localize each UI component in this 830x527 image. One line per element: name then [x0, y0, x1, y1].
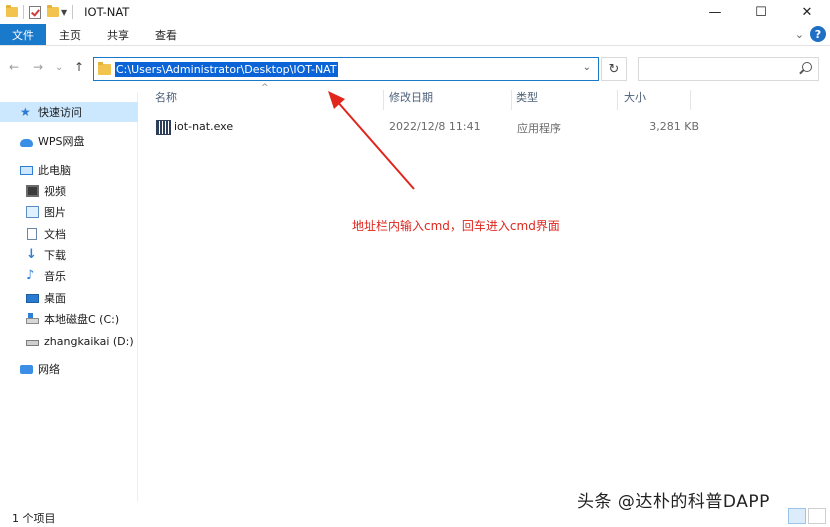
documents-icon [27, 228, 37, 240]
file-type: 应用程序 [517, 122, 561, 135]
sidebar-item-label: 文档 [44, 228, 66, 241]
star-icon: ★ [20, 105, 31, 119]
sidebar-item-music[interactable]: ♪ 音乐 [0, 266, 138, 286]
refresh-button[interactable]: ↻ [601, 57, 627, 81]
annotation-text: 地址栏内输入cmd，回车进入cmd界面 [352, 219, 560, 233]
column-divider[interactable] [511, 90, 512, 110]
item-count: 1 个项目 [12, 512, 56, 525]
tab-share[interactable]: 共享 [94, 24, 142, 45]
sidebar-item-desktop[interactable]: 桌面 [0, 288, 138, 308]
table-row[interactable]: iot-nat.exe 2022/12/8 11:41 应用程序 3,281 K… [153, 118, 713, 136]
close-button[interactable]: ✕ [784, 0, 830, 24]
video-icon [26, 185, 39, 197]
sidebar-item-label: 本地磁盘C (C:) [44, 313, 120, 326]
tab-file[interactable]: 文件 [0, 24, 46, 45]
navigation-pane: ★ 快速访问 WPS网盘 此电脑 视频 图片 文档 ↓ 下载 ♪ 音乐 桌面 本… [0, 92, 138, 502]
sidebar-item-pictures[interactable]: 图片 [0, 202, 138, 222]
file-size: 3,281 KB [649, 120, 699, 133]
view-toggle [788, 508, 826, 524]
sidebar-item-label: 视频 [44, 185, 66, 198]
sidebar-item-videos[interactable]: 视频 [0, 181, 138, 201]
ribbon-right-controls: ⌄ ? [795, 26, 826, 42]
chevron-down-icon[interactable]: ⌄ [583, 62, 591, 73]
sidebar-item-label: 快速访问 [38, 106, 82, 119]
up-button[interactable]: ↑ [74, 60, 84, 74]
folder-icon [98, 62, 111, 75]
column-divider[interactable] [617, 90, 618, 110]
address-row: ← → ⌄ ↑ C:\Users\Administrator\Desktop\I… [0, 52, 830, 84]
new-folder-icon[interactable] [47, 5, 59, 17]
maximize-button[interactable]: ☐ [738, 0, 784, 24]
column-header-modified[interactable]: 修改日期 [389, 88, 433, 108]
sidebar-item-label: 此电脑 [38, 164, 71, 177]
sidebar-item-wps-cloud[interactable]: WPS网盘 [0, 131, 138, 151]
sidebar-item-documents[interactable]: 文档 [0, 224, 138, 244]
sidebar-item-label: zhangkaikai (D:) [44, 334, 134, 348]
sidebar-item-label: 音乐 [44, 270, 66, 283]
address-bar[interactable]: C:\Users\Administrator\Desktop\IOT-NAT ⌄ [93, 57, 599, 81]
sidebar-item-label: 图片 [44, 206, 66, 219]
watermark: 头条 @达朴的科普DAPP [577, 492, 770, 512]
network-icon [20, 364, 33, 374]
column-divider[interactable] [383, 90, 384, 110]
quick-access-toolbar: ▼ [0, 0, 78, 24]
folder-icon [6, 5, 18, 17]
ribbon-tabs: 文件 主页 共享 查看 ⌄ ? [0, 24, 830, 46]
window-title: IOT-NAT [84, 5, 130, 19]
sidebar-item-drive-d[interactable]: zhangkaikai (D:) [0, 331, 138, 351]
computer-icon [20, 165, 33, 175]
recent-locations-button[interactable]: ⌄ [55, 62, 63, 73]
large-icons-view-button[interactable] [808, 508, 826, 524]
minimize-button[interactable]: — [692, 0, 738, 24]
cloud-icon [20, 138, 33, 147]
properties-icon[interactable] [29, 5, 41, 19]
toolbar-divider [72, 5, 74, 19]
sidebar-item-drive-c[interactable]: 本地磁盘C (C:) [0, 309, 138, 329]
search-icon[interactable] [802, 62, 812, 72]
sidebar-item-label: 网络 [38, 363, 60, 376]
column-header-name[interactable]: 名称 [155, 88, 177, 108]
sidebar-item-this-pc[interactable]: 此电脑 [0, 160, 138, 180]
column-divider[interactable] [690, 90, 691, 110]
music-icon: ♪ [26, 268, 35, 283]
tab-view[interactable]: 查看 [142, 24, 190, 45]
window-controls: — ☐ ✕ [692, 0, 830, 24]
file-modified: 2022/12/8 11:41 [389, 120, 481, 133]
forward-button[interactable]: → [33, 60, 43, 74]
exe-icon [156, 120, 171, 135]
file-list: ^ 名称 修改日期 类型 大小 iot-nat.exe 2022/12/8 11… [139, 83, 830, 504]
sidebar-item-quick-access[interactable]: ★ 快速访问 [0, 102, 138, 122]
expand-ribbon-icon[interactable]: ⌄ [795, 28, 804, 41]
toolbar-divider [23, 5, 24, 19]
sidebar-item-label: 桌面 [44, 292, 66, 305]
tab-home[interactable]: 主页 [46, 24, 94, 45]
desktop-icon [26, 293, 39, 303]
search-input[interactable] [638, 57, 819, 81]
column-header-type[interactable]: 类型 [516, 88, 538, 108]
sidebar-item-network[interactable]: 网络 [0, 359, 138, 379]
sidebar-item-label: WPS网盘 [38, 135, 85, 148]
address-path[interactable]: C:\Users\Administrator\Desktop\IOT-NAT [115, 62, 338, 77]
title-bar: ▼ IOT-NAT — ☐ ✕ [0, 0, 830, 24]
drive-d-icon [26, 340, 39, 346]
download-icon: ↓ [26, 247, 37, 262]
file-name[interactable]: iot-nat.exe [174, 120, 233, 133]
column-header-size[interactable]: 大小 [624, 88, 646, 108]
sort-ascending-icon: ^ [261, 83, 269, 93]
back-button[interactable]: ← [9, 60, 19, 74]
pictures-icon [26, 206, 39, 218]
drive-c-icon [26, 313, 39, 324]
sidebar-item-downloads[interactable]: ↓ 下载 [0, 245, 138, 265]
sidebar-item-label: 下载 [44, 249, 66, 262]
details-view-button[interactable] [788, 508, 806, 524]
customize-toolbar-icon[interactable]: ▼ [61, 8, 67, 17]
help-icon[interactable]: ? [810, 26, 826, 42]
